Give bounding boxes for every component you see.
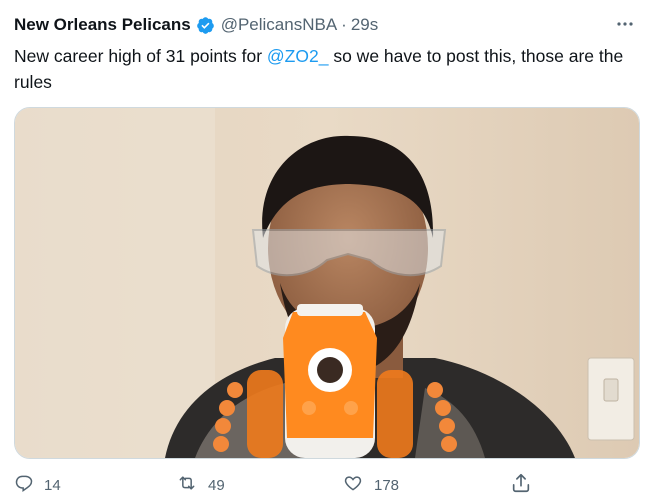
separator-dot: ·	[341, 15, 347, 34]
retweet-button[interactable]: 49	[176, 470, 225, 500]
reply-count: 14	[44, 476, 61, 494]
retweet-icon	[176, 473, 208, 497]
share-icon	[510, 472, 542, 498]
retweet-count: 49	[208, 476, 225, 494]
tweet-timestamp[interactable]: 29s	[351, 15, 378, 35]
author-name[interactable]: New Orleans Pelicans	[14, 15, 191, 35]
action-bar: 14 49 178	[14, 470, 636, 500]
video-still-illustration	[15, 108, 639, 458]
more-options-icon[interactable]	[614, 13, 636, 35]
author-handle[interactable]: @PelicansNBA	[221, 15, 337, 35]
mention-link[interactable]: @ZO2_	[267, 46, 329, 66]
tweet-header: New Orleans Pelicans @PelicansNBA · 29s	[14, 12, 636, 38]
tweet-media[interactable]	[14, 107, 640, 459]
reply-icon	[14, 473, 44, 497]
tweet-text: New career high of 31 points for @ZO2_ s…	[14, 43, 634, 95]
verified-badge-icon	[196, 16, 215, 35]
reply-button[interactable]: 14	[14, 470, 61, 500]
like-count: 178	[374, 476, 400, 494]
tweet-text-before: New career high of 31 points for	[14, 46, 267, 66]
like-button[interactable]: 178	[342, 470, 399, 500]
like-icon	[342, 473, 374, 497]
share-button[interactable]	[510, 470, 542, 500]
tweet-card[interactable]: New Orleans Pelicans @PelicansNBA · 29s …	[0, 0, 650, 503]
